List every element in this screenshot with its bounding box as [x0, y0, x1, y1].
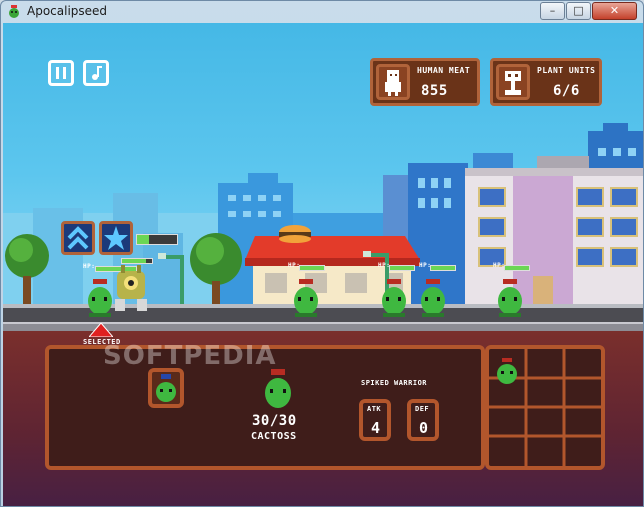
unit-hp-bar — [389, 265, 415, 271]
human-meat-panel: HUMAN MEAT 855 — [370, 58, 480, 106]
plant-icon — [505, 71, 521, 95]
pause-icon — [56, 67, 66, 79]
pause-button[interactable] — [48, 60, 74, 86]
apartment-building — [465, 156, 643, 306]
unit-name: CACTOSS — [251, 431, 297, 442]
unit-hp-bar — [299, 265, 325, 271]
inventory-cactus-icon[interactable] — [493, 357, 521, 385]
cactus-unit[interactable] — [418, 279, 448, 317]
cactus-unit[interactable] — [495, 279, 525, 317]
softpedia-watermark: SOFTPEDIA — [103, 341, 277, 371]
title-bar[interactable]: Apocalipseed – □ ✕ — [1, 1, 643, 23]
star-ability-button[interactable] — [99, 221, 133, 255]
close-button[interactable]: ✕ — [592, 2, 637, 20]
human-icon — [385, 70, 401, 96]
plant-units-value: 6/6 — [553, 83, 580, 99]
window-title: Apocalipseed — [27, 4, 108, 18]
cactus-unit-selected[interactable] — [85, 279, 115, 317]
plant-units-panel: PLANT UNITS 6/6 — [490, 58, 602, 106]
unit-hp-display: 30/30 — [252, 413, 297, 429]
maximize-button[interactable]: □ — [566, 2, 591, 20]
app-window: Apocalipseed – □ ✕ HUMAN MEAT 855 PLANT … — [0, 0, 644, 507]
music-note-icon — [92, 66, 102, 80]
double-chevron-up-icon — [67, 226, 89, 250]
atk-value: 4 — [371, 419, 381, 437]
human-meat-value: 855 — [421, 83, 448, 99]
app-cactus-icon — [9, 5, 19, 18]
cactus-unit[interactable] — [379, 279, 409, 317]
hp-label: HP: — [83, 263, 96, 270]
star-icon — [104, 226, 128, 250]
cactoss-preview-icon — [265, 369, 291, 408]
human-meat-label: HUMAN MEAT — [417, 66, 471, 75]
tree-middle — [190, 233, 242, 309]
atk-stat-box: ATK 4 — [359, 399, 391, 441]
def-value: 0 — [419, 419, 429, 437]
def-stat-box: DEF 0 — [407, 399, 439, 441]
game-canvas[interactable]: HUMAN MEAT 855 PLANT UNITS 6/6 HP: HP: H… — [3, 23, 643, 506]
def-label: DEF — [415, 405, 430, 413]
minimize-button[interactable]: – — [540, 2, 565, 20]
music-button[interactable] — [83, 60, 109, 86]
street-lamp — [158, 253, 184, 308]
upgrade-ability-button[interactable] — [61, 221, 95, 255]
unit-hp-bar — [504, 265, 530, 271]
selected-arrow-icon — [89, 323, 113, 337]
atk-label: ATK — [367, 405, 382, 413]
unit-class-name: SPIKED WARRIOR — [361, 379, 428, 387]
plant-units-label: PLANT UNITS — [537, 66, 596, 75]
unit-portrait-slot[interactable] — [148, 368, 184, 408]
plant-icon-frame — [496, 64, 530, 100]
human-icon-frame — [376, 64, 410, 100]
cactus-portrait-icon — [156, 374, 176, 402]
ability-charge-bar — [136, 234, 178, 245]
tree-left — [5, 234, 49, 306]
cactus-unit[interactable] — [291, 279, 321, 317]
unit-hp-bar — [430, 265, 456, 271]
